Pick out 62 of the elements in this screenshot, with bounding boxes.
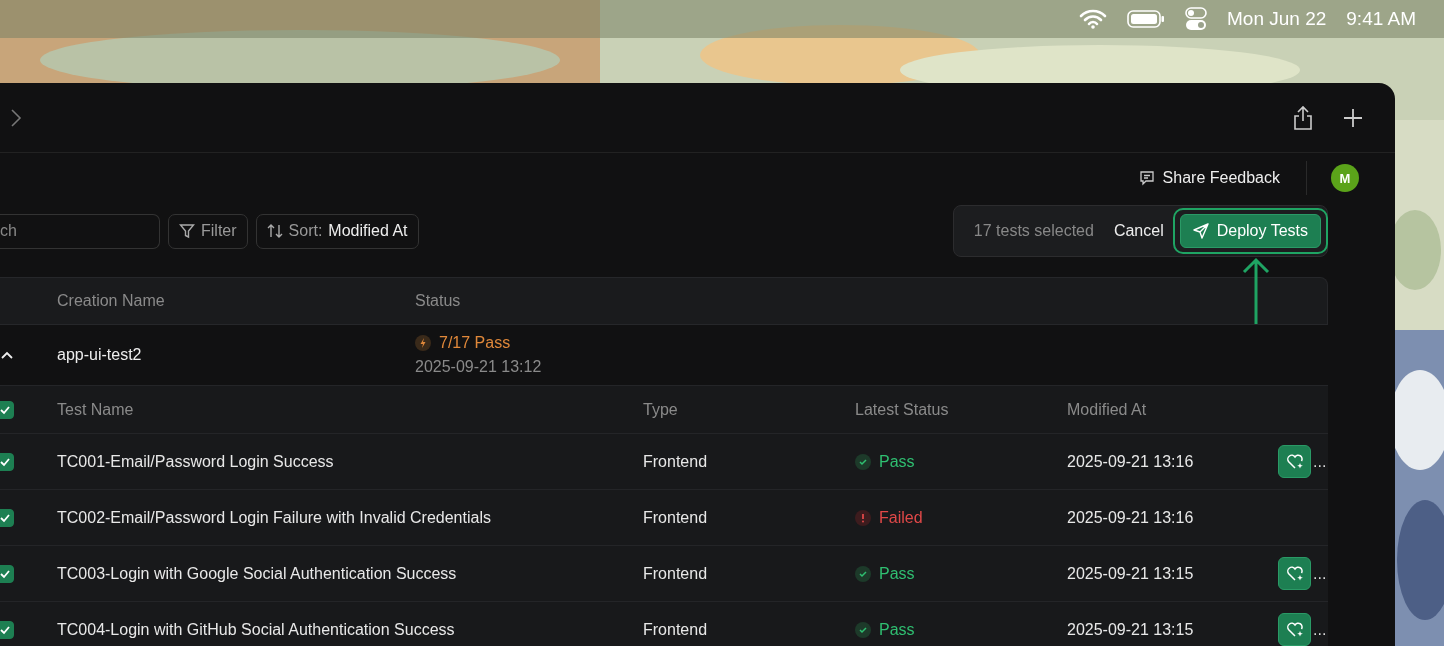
column-header: Type bbox=[643, 400, 679, 419]
row-checkbox[interactable] bbox=[0, 508, 14, 527]
heal-button[interactable] bbox=[1278, 557, 1311, 590]
share-icon[interactable] bbox=[1293, 104, 1313, 131]
toggle-switches-icon[interactable] bbox=[1185, 7, 1207, 31]
test-name: TC001-Email/Password Login Success bbox=[57, 452, 335, 471]
heal-button[interactable] bbox=[1278, 613, 1311, 646]
test-type: Frontend bbox=[643, 620, 709, 639]
heal-button[interactable] bbox=[1278, 445, 1311, 478]
alert-icon bbox=[855, 509, 871, 526]
check-icon bbox=[855, 565, 871, 582]
column-header: Latest Status bbox=[855, 400, 950, 419]
check-icon bbox=[855, 621, 871, 638]
column-header: Creation Name bbox=[57, 292, 166, 310]
more-menu[interactable]: ... bbox=[1313, 452, 1327, 471]
modified-at: 2025-09-21 13:16 bbox=[1067, 452, 1195, 471]
selection-count: 17 tests selected bbox=[973, 222, 1094, 240]
lightning-icon bbox=[415, 335, 431, 351]
heart-sparkle-icon bbox=[1285, 564, 1304, 583]
sort-icon bbox=[266, 223, 283, 239]
more-menu[interactable]: ... bbox=[1313, 564, 1327, 583]
modified-at: 2025-09-21 13:16 bbox=[1067, 508, 1195, 527]
deploy-tests-button[interactable]: Deploy Tests bbox=[1179, 214, 1321, 248]
modified-at: 2025-09-21 13:15 bbox=[1067, 564, 1195, 583]
heart-sparkle-icon bbox=[1285, 452, 1304, 471]
test-type: Frontend bbox=[643, 508, 709, 527]
test-type: Frontend bbox=[643, 452, 709, 471]
filter-icon bbox=[179, 223, 195, 239]
test-status: Failed bbox=[855, 508, 1067, 527]
row-checkbox[interactable] bbox=[0, 452, 14, 471]
column-header: Status bbox=[415, 292, 462, 310]
row-checkbox[interactable] bbox=[0, 564, 14, 583]
test-name: TC002-Email/Password Login Failure with Invalid Credentials bbox=[57, 508, 492, 527]
wifi-icon[interactable] bbox=[1079, 9, 1107, 29]
run-date: 2025-09-21 13:12 bbox=[415, 358, 543, 376]
run-status: 7/17 Pass bbox=[415, 334, 1328, 352]
heart-sparkle-icon bbox=[1285, 620, 1304, 639]
chevron-right-icon[interactable] bbox=[10, 107, 22, 128]
caret-icon[interactable] bbox=[0, 350, 14, 360]
test-name: TC003-Login with Google Social Authentication Success bbox=[57, 564, 458, 583]
chat-icon bbox=[1138, 170, 1155, 186]
test-name: TC004-Login with GitHub Social Authentication Success bbox=[57, 620, 456, 639]
cancel-button[interactable]: Cancel bbox=[1113, 218, 1164, 244]
sort-button[interactable]: Sort: Modified At bbox=[255, 213, 419, 249]
check-icon bbox=[855, 453, 871, 470]
column-header: Test Name bbox=[57, 400, 135, 419]
search-field[interactable]: ch bbox=[0, 213, 160, 249]
test-status: Pass bbox=[855, 564, 1067, 583]
test-type: Frontend bbox=[643, 564, 709, 583]
more-menu[interactable]: ... bbox=[1313, 620, 1327, 639]
plus-icon[interactable] bbox=[1343, 107, 1363, 128]
send-icon bbox=[1192, 223, 1209, 239]
row-checkbox[interactable] bbox=[0, 620, 14, 639]
filter-button[interactable]: Filter bbox=[168, 213, 248, 249]
test-status: Pass bbox=[855, 452, 1067, 471]
select-all-checkbox[interactable] bbox=[0, 400, 14, 419]
share-feedback-button[interactable]: Share Feedback bbox=[1132, 165, 1286, 191]
creation-name: app-ui-test2 bbox=[57, 346, 143, 364]
battery-icon[interactable] bbox=[1127, 9, 1165, 29]
test-status: Pass bbox=[855, 620, 1067, 639]
column-header: Modified At bbox=[1067, 400, 1148, 419]
modified-at: 2025-09-21 13:15 bbox=[1067, 620, 1195, 639]
